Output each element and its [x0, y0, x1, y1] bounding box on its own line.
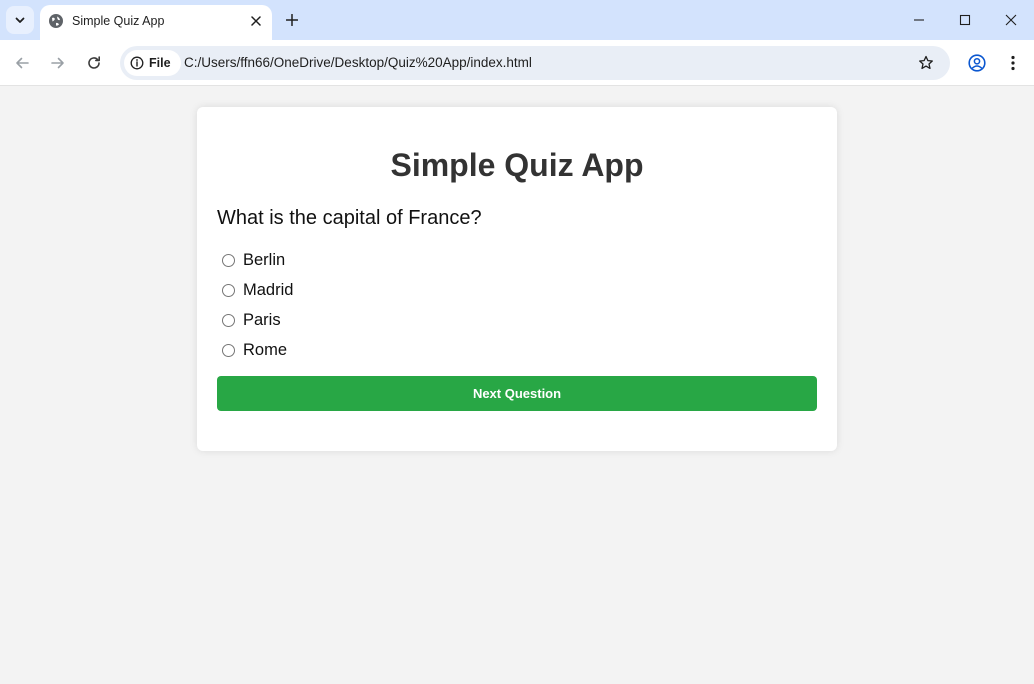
radio-button[interactable]	[222, 283, 235, 297]
bookmark-button[interactable]	[915, 52, 937, 74]
site-info-chip[interactable]: File	[124, 50, 181, 76]
option-paris[interactable]: Paris	[217, 308, 281, 332]
radio-button[interactable]	[222, 253, 235, 267]
url-text[interactable]: C:/Users/ffn66/OneDrive/Desktop/Quiz%20A…	[184, 55, 532, 70]
back-button[interactable]	[8, 49, 36, 77]
close-icon	[1005, 14, 1017, 26]
next-question-button[interactable]: Next Question	[217, 376, 817, 411]
question-text: What is the capital of France?	[217, 207, 482, 229]
chevron-down-icon	[15, 17, 25, 23]
forward-button[interactable]	[44, 49, 72, 77]
arrow-right-icon	[51, 57, 64, 69]
tab-strip: Simple Quiz App	[0, 0, 1034, 40]
arrow-left-icon	[16, 57, 29, 69]
maximize-icon	[959, 14, 971, 26]
reload-button[interactable]	[80, 49, 108, 77]
globe-icon	[49, 14, 63, 28]
close-icon	[251, 16, 261, 26]
minimize-button[interactable]	[896, 0, 942, 40]
browser-toolbar: File C:/Users/ffn66/OneDrive/Desktop/Qui…	[0, 40, 1034, 86]
quiz-card: Simple Quiz App What is the capital of F…	[197, 107, 837, 451]
option-label: Rome	[243, 340, 288, 359]
info-icon	[130, 56, 144, 70]
profile-button[interactable]	[963, 49, 991, 77]
radio-button[interactable]	[222, 313, 235, 327]
page-title: Simple Quiz App	[390, 147, 644, 183]
address-bar[interactable]: File C:/Users/ffn66/OneDrive/Desktop/Qui…	[120, 46, 950, 80]
profile-icon	[968, 54, 986, 72]
radio-button[interactable]	[222, 343, 235, 357]
star-icon	[919, 55, 933, 70]
tab-search-button[interactable]	[6, 6, 34, 34]
maximize-button[interactable]	[942, 0, 988, 40]
plus-icon	[286, 14, 298, 26]
browser-menu-button[interactable]	[999, 49, 1027, 77]
kebab-menu-icon	[1011, 55, 1015, 71]
reload-icon	[88, 56, 100, 69]
option-rome[interactable]: Rome	[217, 338, 287, 362]
option-madrid[interactable]: Madrid	[217, 278, 293, 302]
tab-active[interactable]: Simple Quiz App	[40, 5, 272, 40]
close-window-button[interactable]	[988, 0, 1034, 40]
option-label: Berlin	[243, 250, 286, 269]
option-label: Madrid	[243, 280, 294, 299]
option-berlin[interactable]: Berlin	[217, 248, 285, 272]
site-info-label: File	[149, 56, 171, 70]
new-tab-button[interactable]	[280, 8, 304, 32]
minimize-icon	[914, 19, 924, 21]
option-label: Paris	[243, 310, 281, 329]
tab-close-button[interactable]	[247, 12, 265, 30]
tab-title: Simple Quiz App	[72, 14, 165, 28]
